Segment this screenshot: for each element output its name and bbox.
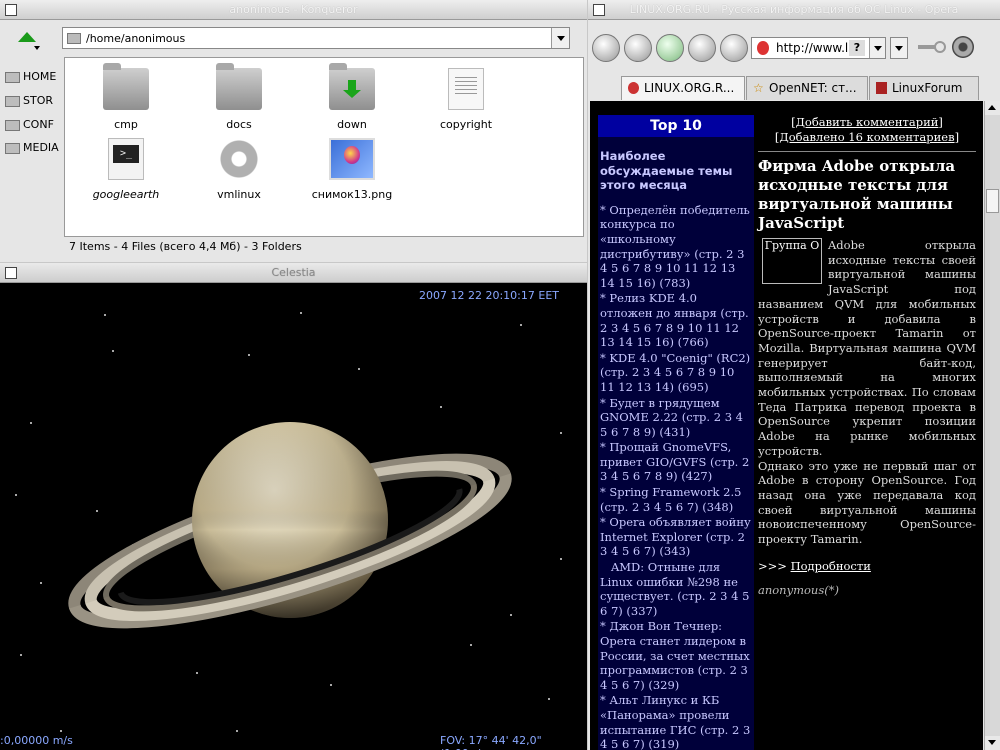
window-menu-button[interactable]	[5, 267, 17, 279]
konqueror-titlebar[interactable]: anonimous - Konqueror	[0, 0, 587, 20]
add-comment-link[interactable]: Добавить комментарий	[796, 115, 939, 129]
top10-item[interactable]: * Альт Линукс и КБ «Панорама» провели ис…	[600, 693, 752, 750]
top10-item[interactable]: AMD: Отныне для Linux ошибки №298 не сущ…	[600, 560, 752, 618]
page-scrollbar[interactable]	[984, 101, 1000, 750]
file-item-down[interactable]: down	[302, 63, 402, 131]
folder-download-icon	[329, 63, 375, 110]
file-item-vmlinux[interactable]: vmlinux	[189, 138, 289, 201]
scroll-up-button[interactable]	[985, 101, 1000, 115]
sidebar-item-home[interactable]: HOME	[5, 70, 56, 86]
gear-icon	[216, 138, 262, 180]
up-button[interactable]	[12, 28, 42, 52]
space-view[interactable]: 2007 12 22 20:10:17 EET :0,00000 m/s FOV…	[0, 284, 587, 750]
file-item-cmp[interactable]: cmp	[76, 63, 176, 131]
image-icon	[329, 138, 375, 180]
sidebar: HOME STOR CONF MEDIA	[0, 58, 62, 258]
top10-item[interactable]: * Джон Вон Течнер: Opera станет лидером …	[600, 619, 752, 692]
opera-window: LINUX.ORG.RU - Русская информация об ОС …	[588, 0, 1000, 750]
top10-header: Top 10	[598, 115, 754, 137]
folder-icon	[5, 71, 20, 83]
speed-readout: :0,00000 m/s	[0, 734, 73, 747]
up-arrow-icon	[18, 32, 36, 42]
folder-icon	[67, 33, 81, 44]
top10-item[interactable]: * Будет в грядущем GNOME 2.22 (стр. 2 3 …	[600, 396, 752, 440]
article-body-2: Однако это уже не первый шаг от Adobe в …	[758, 458, 976, 547]
news-article: [Добавить комментарий] [Добавлено 16 ком…	[758, 115, 976, 597]
top10-item[interactable]: * KDE 4.0 "Coenig" (RC2) (стр. 2 3 4 5 6…	[600, 351, 752, 395]
konqueror-window: anonimous - Konqueror /home/anonimous HO…	[0, 0, 587, 262]
scroll-down-button[interactable]	[985, 736, 1000, 750]
status-bar: 7 Items - 4 Files (всего 4,4 Мб) - 3 Fol…	[64, 238, 584, 258]
search-dropdown-button[interactable]	[890, 37, 908, 59]
back-button[interactable]	[592, 34, 620, 62]
settings-icon[interactable]	[952, 36, 974, 58]
folder-icon	[5, 142, 20, 154]
address-dropdown-button[interactable]	[869, 38, 885, 58]
file-view[interactable]: cmp docs down copyright googleearth vmli…	[64, 57, 584, 237]
folder-icon	[5, 119, 20, 131]
text-file-icon	[448, 68, 484, 110]
home-button[interactable]	[720, 34, 748, 62]
saturn-planet	[68, 422, 512, 629]
tab-opennet[interactable]: ☆ OpenNET: ст...	[746, 76, 868, 100]
file-item-docs[interactable]: docs	[189, 63, 289, 131]
file-item-snimok[interactable]: снимок13.png	[302, 138, 402, 201]
folder-icon	[5, 95, 20, 107]
top10-subheader: Наиболее обсуждаемые темы этого месяца	[600, 149, 733, 193]
file-item-copyright[interactable]: copyright	[416, 68, 516, 131]
forward-button[interactable]	[624, 34, 652, 62]
top10-item[interactable]: * Релиз KDE 4.0 отложен до января (стр. …	[600, 291, 752, 349]
sidebar-item-media[interactable]: MEDIA	[5, 141, 59, 157]
top10-item[interactable]: * Spring Framework 2.5 (стр. 2 3 4 5 6 7…	[600, 485, 752, 514]
celestia-titlebar[interactable]: Celestia	[0, 263, 587, 283]
group-image-placeholder: Группа O	[762, 238, 822, 284]
celestia-window: Celestia 2007 12 22 20:10:17 EET:0,0000…	[0, 263, 587, 750]
more-link-line: >>> Подробности	[758, 558, 871, 573]
window-menu-button[interactable]	[593, 4, 605, 16]
site-icon	[628, 82, 639, 94]
opera-titlebar[interactable]: LINUX.ORG.RU - Русская информация об ОС …	[588, 0, 1000, 20]
konqueror-toolbar: /home/anonimous	[0, 21, 587, 55]
window-title: anonimous - Konqueror	[229, 3, 358, 16]
terminal-icon	[108, 138, 144, 180]
folder-icon	[216, 63, 262, 110]
comments-count-link[interactable]: Добавлено 16 комментариев	[779, 130, 954, 144]
top10-item[interactable]: * Opera объявляет войну Internet Explore…	[600, 515, 752, 559]
window-title: LINUX.ORG.RU - Русская информация об ОС …	[629, 3, 959, 16]
address-input[interactable]: http://www.li	[776, 41, 852, 55]
address-bar[interactable]: http://www.li ?	[751, 37, 886, 59]
author: anonymous(*)	[758, 582, 839, 597]
location-input[interactable]: /home/anonimous	[86, 32, 185, 45]
window-menu-button[interactable]	[5, 4, 17, 16]
article-title: Фирма Adobe открыла исходные тексты для …	[758, 157, 956, 232]
top10-box: Top 10 Наиболее обсуждаемые темы этого м…	[598, 115, 754, 750]
site-icon	[876, 82, 887, 94]
file-item-googleearth[interactable]: googleearth	[76, 138, 176, 201]
top10-item[interactable]: * Определён победитель конкурса по «школ…	[600, 203, 752, 291]
site-icon	[757, 41, 769, 55]
scroll-thumb[interactable]	[986, 189, 999, 213]
top10-item[interactable]: * Прощай GnomeVFS, привет GIO/GVFS (стр.…	[600, 440, 752, 484]
help-icon[interactable]: ?	[849, 40, 865, 56]
tab-linuxforum[interactable]: LinuxForum	[869, 76, 979, 100]
stop-button[interactable]	[688, 34, 716, 62]
sidebar-item-conf[interactable]: CONF	[5, 118, 54, 134]
star-icon: ☆	[753, 81, 764, 95]
location-dropdown-button[interactable]	[551, 28, 569, 48]
fov-readout: FOV: 17° 44' 42,0" (1,00×)	[440, 734, 542, 750]
comment-links: [Добавить комментарий] [Добавлено 16 ком…	[774, 115, 960, 144]
sidebar-item-stor[interactable]: STOR	[5, 94, 53, 110]
web-page[interactable]: Top 10 Наиболее обсуждаемые темы этого м…	[590, 101, 983, 750]
more-link[interactable]: Подробности	[791, 559, 871, 573]
window-title: Celestia	[271, 266, 316, 279]
wand-icon[interactable]	[918, 40, 946, 54]
folder-icon	[103, 63, 149, 110]
location-bar[interactable]: /home/anonimous	[62, 27, 570, 49]
divider	[758, 151, 976, 152]
datetime-readout: 2007 12 22 20:10:17 EET	[419, 289, 559, 302]
tab-linux-org[interactable]: LINUX.ORG.R...	[621, 76, 745, 100]
chevron-down-icon	[34, 46, 40, 50]
reload-button[interactable]	[656, 34, 684, 62]
